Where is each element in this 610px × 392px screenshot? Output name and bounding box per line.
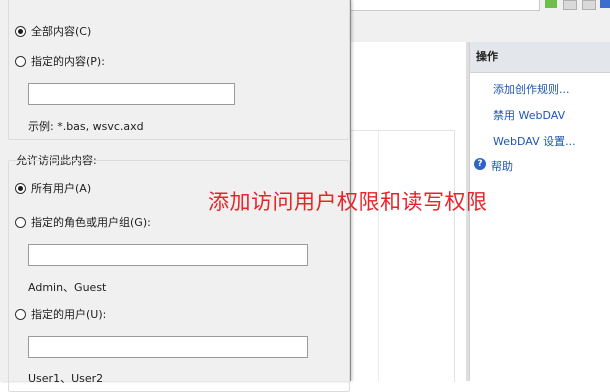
menu-bar	[350, 14, 610, 43]
refresh-icon[interactable]	[545, 0, 557, 8]
help-link[interactable]: 帮助	[491, 158, 513, 174]
disable-webdav-link[interactable]: 禁用 WebDAV	[493, 107, 565, 123]
content-specified-radio[interactable]: 指定的内容(P):	[15, 53, 105, 69]
users-hint-text: User1、User2	[28, 372, 104, 385]
help-toolbar-icon[interactable]	[600, 0, 610, 8]
all-users-radio[interactable]: 所有用户(A)	[15, 180, 91, 196]
radio-checked-icon[interactable]	[15, 182, 26, 194]
all-users-label: 所有用户(A)	[31, 182, 92, 195]
content-specified-label: 指定的内容(P):	[31, 55, 105, 68]
radio-checked-icon[interactable]	[15, 25, 26, 37]
roles-groups-label: 指定的角色或用户组(G):	[31, 216, 151, 229]
actions-header: 操作	[470, 42, 610, 73]
content-example-text: 示例: *.bas, wsvc.axd	[28, 120, 144, 133]
help-icon[interactable]: ?	[474, 158, 486, 170]
roles-groups-radio[interactable]: 指定的角色或用户组(G):	[15, 214, 151, 230]
specified-users-input[interactable]	[28, 336, 308, 358]
stop-icon[interactable]	[563, 0, 577, 10]
specified-users-radio[interactable]: 指定的用户(U):	[15, 306, 106, 322]
radio-unchecked-icon[interactable]	[15, 308, 26, 320]
address-bar[interactable]	[350, 0, 540, 11]
webdav-settings-link[interactable]: WebDAV 设置...	[493, 133, 576, 149]
rules-list[interactable]	[350, 130, 455, 382]
annotation-text: 添加访问用户权限和读写权限	[208, 190, 488, 214]
roles-groups-input[interactable]	[28, 244, 308, 266]
specified-users-label: 指定的用户(U):	[31, 308, 107, 321]
add-authoring-rule-link[interactable]: 添加创作规则...	[493, 81, 570, 97]
content-all-radio[interactable]: 全部内容(C)	[15, 23, 91, 39]
column-divider	[378, 131, 379, 381]
radio-unchecked-icon[interactable]	[15, 216, 26, 228]
actions-pane: 操作 添加创作规则... 禁用 WebDAV WebDAV 设置... ? 帮助	[469, 42, 610, 381]
radio-unchecked-icon[interactable]	[15, 55, 26, 67]
content-specified-input[interactable]	[28, 83, 235, 105]
roles-hint-text: Admin、Guest	[28, 281, 107, 294]
address-bar-area	[350, 0, 610, 14]
home-icon[interactable]	[582, 0, 596, 10]
content-all-label: 全部内容(C)	[31, 25, 92, 38]
